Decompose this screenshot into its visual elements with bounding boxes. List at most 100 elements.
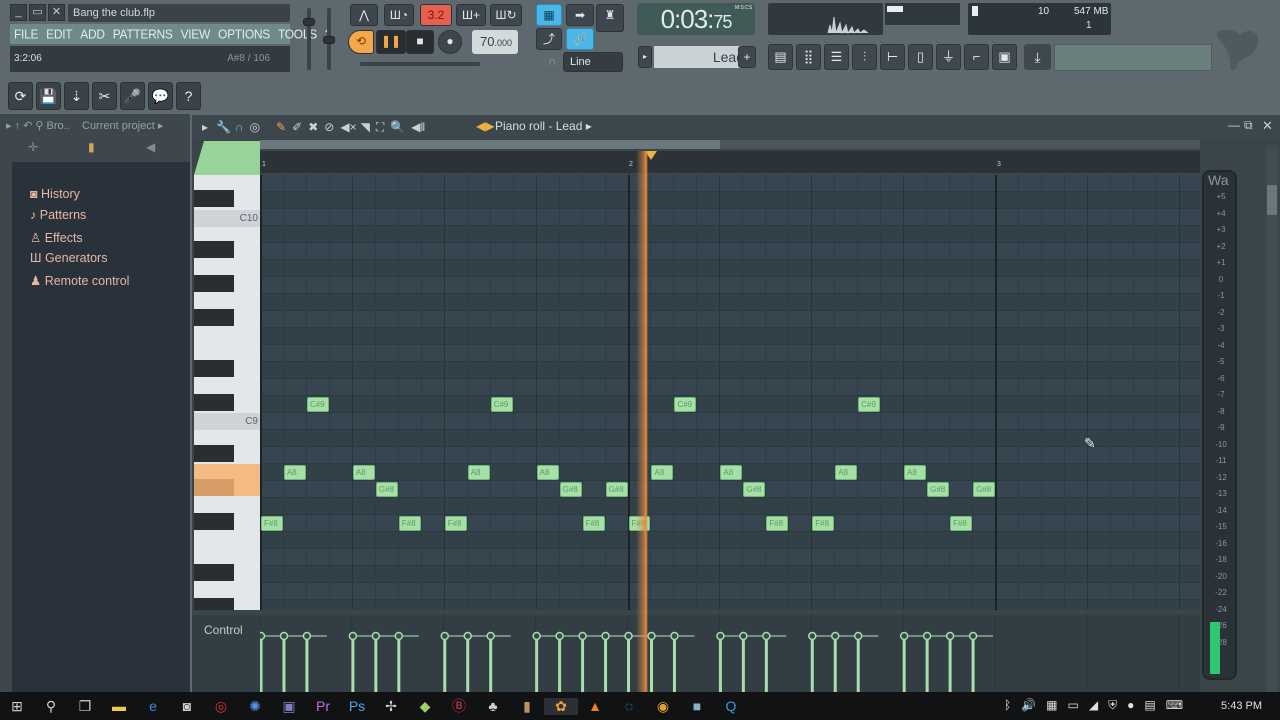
menu-add[interactable]: ADD xyxy=(80,26,105,41)
notification-icon[interactable]: ▤ xyxy=(1144,698,1165,712)
help-icon[interactable]: ? xyxy=(176,82,201,110)
note[interactable]: G#8 xyxy=(927,482,950,497)
plugin-db-icon[interactable]: ✛ xyxy=(28,140,38,154)
mute-tool-icon[interactable]: ⊘ xyxy=(324,120,334,134)
windows-start-icon[interactable]: ⊞ xyxy=(0,698,34,715)
clock[interactable]: 5:43 PM xyxy=(1221,692,1262,720)
tempo-field[interactable]: 70.000 xyxy=(472,30,518,54)
plugin-icon[interactable]: ⏚ xyxy=(936,44,961,70)
stop-button[interactable]: ■ xyxy=(406,30,434,54)
project-icon[interactable]: ▯ xyxy=(908,44,933,70)
velocity-lanes[interactable] xyxy=(260,615,1200,692)
marquee-icon[interactable]: ⛶ xyxy=(376,120,384,135)
note[interactable]: A8 xyxy=(467,465,490,480)
black-key[interactable] xyxy=(194,360,234,377)
channel-rack-icon[interactable]: ☰ xyxy=(824,44,849,70)
wait-for-input-button[interactable]: Ш◔ xyxy=(384,4,414,26)
browser-icon[interactable]: ⊢ xyxy=(880,44,905,70)
system-tray[interactable]: ᛒ🔊▦▭◢⛨●▤⌨ xyxy=(1004,698,1193,713)
playback-tool-icon[interactable]: ◀‖ xyxy=(411,120,425,134)
tempo-tapper-icon[interactable]: ⌐ xyxy=(964,44,989,70)
note[interactable]: F#8 xyxy=(398,516,421,531)
app-leaf-icon[interactable]: ◆ xyxy=(408,698,442,715)
vertical-scrollbar[interactable] xyxy=(1266,145,1278,695)
restore-button[interactable]: ▭ xyxy=(29,4,46,21)
step-edit-button[interactable]: Ш+ xyxy=(456,4,486,26)
window-close-icon[interactable]: ✕ xyxy=(1262,118,1273,134)
shield-icon[interactable]: ⛨ xyxy=(1108,698,1127,712)
wifi-icon[interactable]: ◢ xyxy=(1089,698,1108,712)
paint-icon[interactable]: ✐ xyxy=(292,120,302,134)
black-key[interactable] xyxy=(194,598,234,610)
chrome-icon[interactable]: ◉ xyxy=(646,698,680,715)
note[interactable]: F#8 xyxy=(582,516,605,531)
menu-patterns[interactable]: PATTERNS xyxy=(113,26,173,41)
note[interactable]: F#8 xyxy=(261,516,283,531)
app-edit-icon[interactable]: ▣ xyxy=(272,698,306,715)
network-icon[interactable]: ▦ xyxy=(1046,698,1067,712)
app-b-icon[interactable]: Ⓑ xyxy=(442,696,476,716)
menu-file[interactable]: FILE xyxy=(14,26,38,41)
note[interactable]: A8 xyxy=(835,465,858,480)
black-key[interactable] xyxy=(194,394,234,411)
tree-item-history[interactable]: ◙ History xyxy=(30,187,80,201)
task-view-icon[interactable]: ❐ xyxy=(68,698,102,715)
app-tray-icon[interactable]: ● xyxy=(1127,698,1144,712)
note[interactable]: A8 xyxy=(720,465,743,480)
black-key[interactable] xyxy=(194,445,234,462)
note[interactable]: C#9 xyxy=(858,397,881,412)
loop-record-button[interactable]: Ш↻ xyxy=(490,4,522,26)
delete-tool-icon[interactable]: ✖ xyxy=(308,120,318,134)
slice-tool-icon[interactable]: ◀× xyxy=(340,120,356,134)
app-square-icon[interactable]: ■ xyxy=(680,698,714,714)
note[interactable]: A8 xyxy=(536,465,559,480)
pause-button[interactable]: ❚❚ xyxy=(376,30,406,54)
options-menu-icon[interactable]: ▸ xyxy=(202,120,208,134)
tree-item-generators[interactable]: Ш Generators xyxy=(30,251,107,265)
black-key[interactable] xyxy=(194,513,234,530)
pencil-icon[interactable]: ✎ xyxy=(276,120,286,134)
note[interactable]: A8 xyxy=(283,465,306,480)
piano-keyboard[interactable] xyxy=(194,175,260,610)
layout-icon[interactable]: ▣ xyxy=(992,44,1017,70)
wave-meter[interactable]: Wa +5 +4 +3 +2 +1 0 -1 -2 -3 -4 -5 -6 -7 -8 -9 -10 -11 -1… xyxy=(1202,170,1237,680)
bluetooth-icon[interactable]: ᛒ xyxy=(1004,698,1021,712)
control-label[interactable]: Control xyxy=(204,623,243,637)
black-key[interactable] xyxy=(194,564,234,581)
note[interactable]: F#8 xyxy=(766,516,789,531)
download-icon[interactable]: ⤓ xyxy=(1024,44,1051,70)
master-volume-slider[interactable] xyxy=(303,8,315,70)
project-folder-icon[interactable]: ▮ xyxy=(88,140,95,154)
wrench-icon[interactable]: 🔧 xyxy=(216,120,231,134)
note[interactable]: A8 xyxy=(904,465,927,480)
battery-icon[interactable]: ▭ xyxy=(1068,698,1089,712)
c10-key[interactable]: C10 xyxy=(194,210,260,227)
event-editor[interactable]: Control xyxy=(192,615,1200,692)
app-globe-icon[interactable]: ✺ xyxy=(238,698,272,715)
tree-item-effects[interactable]: ♙ Effects xyxy=(30,230,83,245)
keyboard-icon[interactable]: ⌨ xyxy=(1166,698,1193,712)
piano-roll-icon[interactable]: ⣿ xyxy=(796,44,821,70)
app-q-icon[interactable]: Q xyxy=(714,698,748,714)
note[interactable]: G#8 xyxy=(559,482,582,497)
c9-key[interactable]: C9 xyxy=(194,413,260,430)
plugin-picker-icon[interactable]: ◀ xyxy=(146,140,155,154)
playhead[interactable] xyxy=(636,151,649,692)
tree-item-remote-control[interactable]: ♟ Remote control xyxy=(30,273,129,288)
metronome-button[interactable]: ⋀ xyxy=(350,4,378,26)
new-project-icon[interactable]: ⟳ xyxy=(8,82,33,110)
window-restore-icon[interactable]: ⧉ xyxy=(1244,118,1253,133)
record-button[interactable]: ● xyxy=(438,30,462,54)
tree-item-patterns[interactable]: ♪ Patterns xyxy=(30,208,86,222)
timeline-ruler[interactable]: 1 2 3 xyxy=(260,151,1200,173)
menu-view[interactable]: VIEW xyxy=(181,26,211,41)
vlc-icon[interactable]: ▲ xyxy=(578,698,612,714)
note-preview-tab[interactable] xyxy=(194,139,260,175)
note[interactable]: F#8 xyxy=(950,516,973,531)
photoshop-icon[interactable]: Ps xyxy=(340,698,374,714)
note[interactable]: A8 xyxy=(352,465,375,480)
select-tool-icon[interactable]: ◥ xyxy=(361,120,370,134)
zoom-tool-icon[interactable]: 🔍 xyxy=(390,120,405,134)
pattern-song-toggle[interactable]: ⟲ xyxy=(348,30,374,54)
export-wav-icon[interactable]: ⇣ xyxy=(64,82,89,110)
